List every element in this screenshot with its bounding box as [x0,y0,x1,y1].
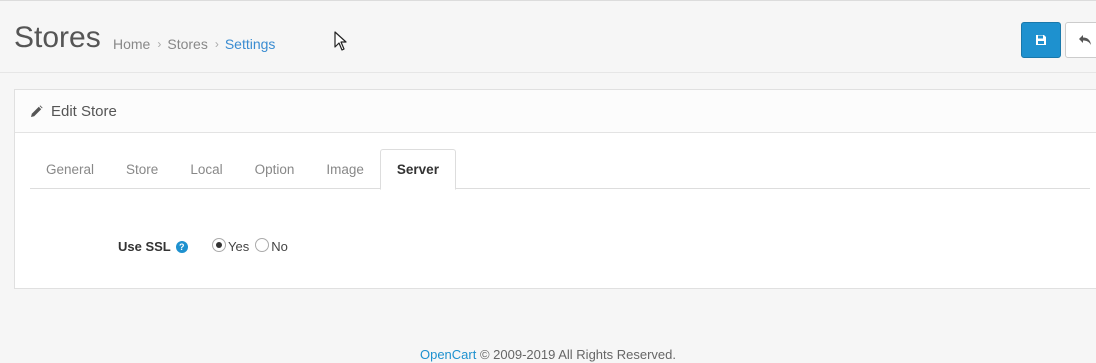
tab-image[interactable]: Image [310,149,380,189]
opencart-link[interactable]: OpenCart [420,347,476,362]
ssl-no-label: No [271,239,288,254]
panel-heading: Edit Store [15,90,1096,133]
tab-general[interactable]: General [30,149,110,189]
help-icon[interactable]: ? [175,240,188,253]
ssl-yes-radio[interactable] [212,237,226,252]
page-header: Stores Home › Stores › Settings [0,1,1096,73]
breadcrumb-separator: › [214,37,219,51]
mouse-cursor-icon [334,31,347,51]
panel-title: Edit Store [51,102,117,120]
copyright-text: © 2009-2019 All Rights Reserved. [479,347,677,362]
reply-arrow-icon [1079,35,1091,45]
save-button[interactable] [1021,22,1061,58]
use-ssl-label-text: Use SSL [118,239,171,254]
footer: OpenCart © 2009-2019 All Rights Reserved… [0,347,1096,362]
breadcrumb-separator: › [157,37,162,51]
tab-local[interactable]: Local [174,149,238,189]
breadcrumb-stores[interactable]: Stores [167,36,207,52]
page-title: Stores [14,21,101,54]
ssl-no-option[interactable]: No [255,237,288,254]
tab-bar: General Store Local Option Image Server [30,149,1090,190]
cancel-button[interactable] [1065,22,1096,58]
breadcrumb-home[interactable]: Home [113,36,150,52]
breadcrumb-settings[interactable]: Settings [225,36,276,52]
tab-option[interactable]: Option [239,149,311,189]
floppy-disk-icon [1036,35,1046,45]
breadcrumb: Home › Stores › Settings [113,36,275,52]
tab-store[interactable]: Store [110,149,174,189]
ssl-no-radio[interactable] [255,237,270,252]
tab-server[interactable]: Server [379,149,456,190]
edit-store-panel: Edit Store General Store Local Option Im… [14,89,1096,289]
pencil-icon [31,104,43,117]
use-ssl-label: Use SSL ? [118,239,188,254]
use-ssl-radio-group: Yes No [212,237,294,254]
ssl-yes-label: Yes [228,239,250,254]
use-ssl-row: Use SSL ? Yes No [15,237,615,258]
ssl-yes-option[interactable]: Yes [212,237,250,254]
